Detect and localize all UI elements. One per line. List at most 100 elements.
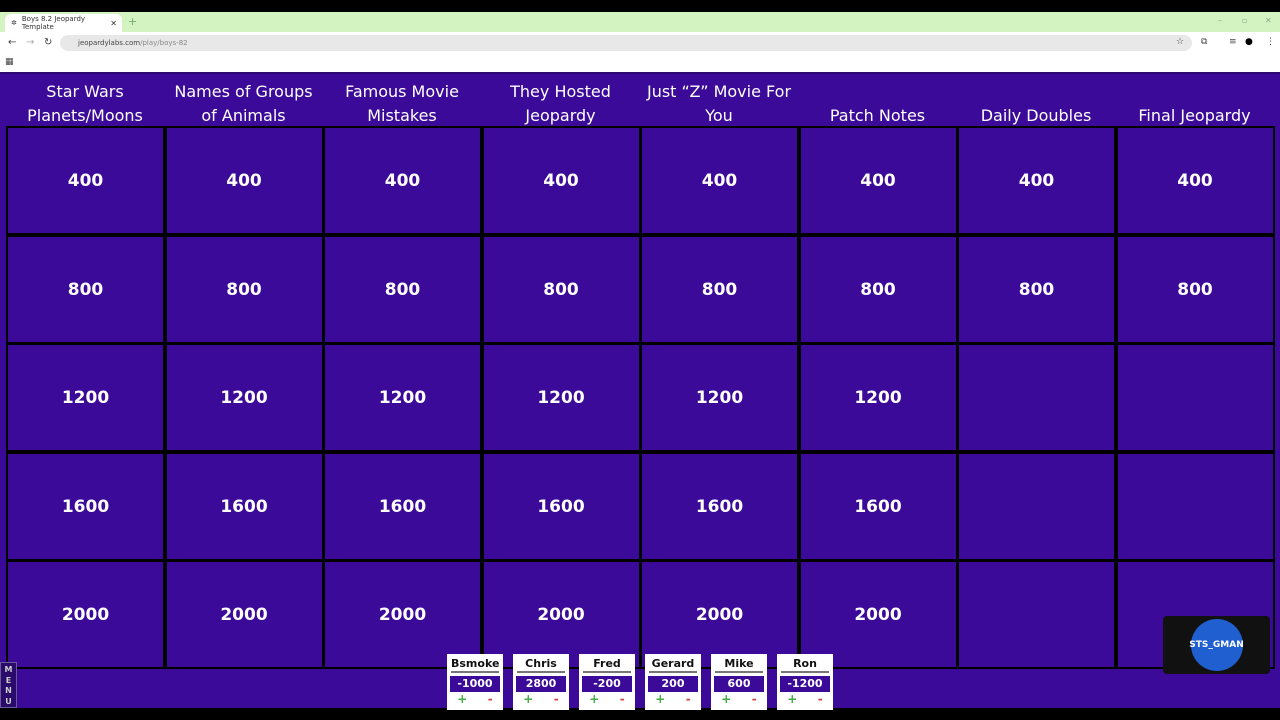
question-tile[interactable]: 800 [164,235,324,344]
team-name[interactable]: Gerard [649,657,697,673]
question-tile[interactable]: 2000 [640,560,799,669]
question-tile[interactable]: 800 [798,235,958,344]
category-header: Famous Movie Mistakes [345,82,459,125]
question-tile[interactable]: 1200 [6,343,165,452]
url-path: /play/boys-82 [140,39,188,47]
team-card: Fred -200 + - [579,654,635,710]
question-tile[interactable]: 800 [957,235,1116,344]
subtract-points-button[interactable]: - [620,692,625,706]
question-tile[interactable]: 2000 [164,560,324,669]
question-tile[interactable]: 400 [640,126,799,235]
question-tile[interactable]: 400 [164,126,324,235]
back-icon[interactable]: ← [8,37,16,48]
cast-icon[interactable]: ⧉ [1201,37,1207,47]
menu-button[interactable]: MENU [0,662,17,708]
question-tile[interactable]: 2000 [481,560,641,669]
question-tile[interactable]: 1200 [323,343,482,452]
close-window-icon[interactable]: ✕ [1265,16,1272,25]
more-menu-icon[interactable]: ⋮ [1266,37,1275,47]
question-tile[interactable]: 1200 [164,343,324,452]
question-tile[interactable]: 1600 [798,452,958,561]
team-card: Bsmoke -1000 + - [447,654,503,710]
subtract-points-button[interactable]: - [818,692,823,706]
bookmark-star-icon[interactable]: ☆ [1176,37,1184,47]
team-score: -200 [582,676,632,692]
team-card: Chris 2800 + - [513,654,569,710]
team-name[interactable]: Ron [781,657,829,673]
question-tile[interactable]: 400 [6,126,165,235]
category-header: Patch Notes [829,106,926,125]
question-tile[interactable]: 800 [481,235,641,344]
address-bar: ← → ↻ jeopardylabs.com/play/boys-82 ☆ ⧉ … [0,32,1280,54]
team-name[interactable]: Bsmoke [451,657,499,673]
question-tile[interactable]: 2000 [323,560,482,669]
question-tile[interactable]: 1200 [640,343,799,452]
team-score: 600 [714,676,764,692]
question-tile[interactable]: 2000 [798,560,958,669]
add-points-button[interactable]: + [655,692,665,706]
category-header: Final Jeopardy [1138,106,1251,125]
menu-label: MENU [4,665,13,706]
tab-title: Boys 8.2 Jeopardy Template [21,15,86,31]
question-tile[interactable]: 1200 [481,343,641,452]
forward-icon[interactable]: → [26,37,34,48]
question-tile[interactable]: 400 [481,126,641,235]
category-header: Daily Doubles [980,106,1092,125]
team-name[interactable]: Chris [517,657,565,673]
add-points-button[interactable]: + [523,692,533,706]
question-tile[interactable]: 400 [957,126,1116,235]
question-tile[interactable]: 1600 [640,452,799,561]
jeopardy-board: Star Wars Planets/Moons Names of Groups o… [0,72,1280,710]
bookmarks-bar: ▦ [0,54,1280,72]
question-tile[interactable]: 800 [323,235,482,344]
url-input[interactable]: jeopardylabs.com/play/boys-82 [60,35,1192,51]
extensions-icon[interactable]: ≡ [1229,37,1237,47]
maximize-icon[interactable]: ▫ [1242,16,1247,25]
question-tile[interactable]: 1600 [323,452,482,561]
add-points-button[interactable]: + [589,692,599,706]
browser-tab[interactable]: ✲ Boys 8.2 Jeopardy Template ✕ [5,14,122,32]
question-tile[interactable]: 1600 [481,452,641,561]
tab-bar: ✲ Boys 8.2 Jeopardy Template ✕ + – ▫ ✕ [0,12,1280,32]
question-tile[interactable]: 800 [640,235,799,344]
question-tile[interactable]: 1600 [164,452,324,561]
question-tile[interactable]: 400 [1115,126,1275,235]
team-name[interactable]: Fred [583,657,631,673]
profile-icon[interactable]: ● [1245,37,1253,47]
subtract-points-button[interactable]: - [686,692,691,706]
screen-border [0,0,1280,12]
add-points-button[interactable]: + [457,692,467,706]
team-score: 200 [648,676,698,692]
team-score: -1200 [780,676,830,692]
question-tile[interactable]: 2000 [6,560,165,669]
question-tile[interactable]: 1600 [6,452,165,561]
category-header: Star Wars Planets/Moons [27,82,143,125]
new-tab-icon[interactable]: + [128,15,137,28]
apps-icon[interactable]: ▦ [5,57,14,67]
question-tile [1115,452,1275,561]
team-card: Gerard 200 + - [645,654,701,710]
reload-icon[interactable]: ↻ [44,37,52,48]
question-tile [957,452,1116,561]
close-tab-icon[interactable]: ✕ [110,19,117,28]
url-domain: jeopardylabs.com [78,39,141,47]
add-points-button[interactable]: + [721,692,731,706]
add-points-button[interactable]: + [787,692,797,706]
subtract-points-button[interactable]: - [752,692,757,706]
question-tile[interactable]: 800 [1115,235,1275,344]
question-tile [957,343,1116,452]
question-tile[interactable]: 1200 [798,343,958,452]
team-score: 2800 [516,676,566,692]
team-card: Mike 600 + - [711,654,767,710]
subtract-points-button[interactable]: - [554,692,559,706]
minimize-icon[interactable]: – [1218,16,1222,25]
subtract-points-button[interactable]: - [488,692,493,706]
team-score: -1000 [450,676,500,692]
team-name[interactable]: Mike [715,657,763,673]
team-card: Ron -1200 + - [777,654,833,710]
question-tile[interactable]: 400 [323,126,482,235]
watermark-text: STS_GMAN [1189,619,1244,671]
question-tile[interactable]: 400 [798,126,958,235]
category-header: Just “Z” Movie For You [646,82,792,125]
question-tile[interactable]: 800 [6,235,165,344]
